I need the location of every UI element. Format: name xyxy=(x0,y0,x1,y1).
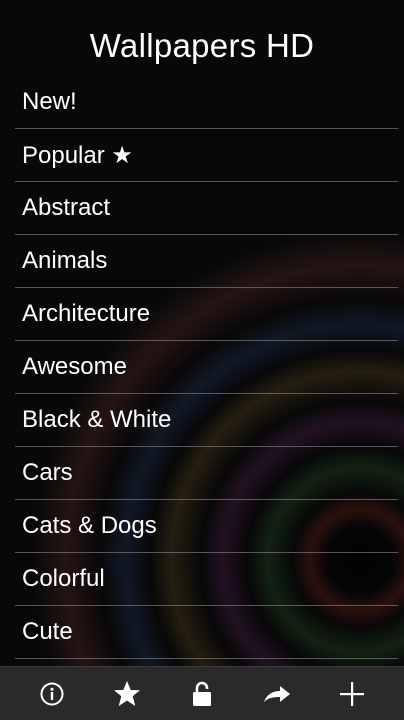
category-item-architecture[interactable]: Architecture xyxy=(15,288,398,341)
category-item-new[interactable]: New! xyxy=(15,76,398,129)
category-item-colorful[interactable]: Colorful xyxy=(15,553,398,606)
add-button[interactable] xyxy=(330,672,374,716)
category-list: New! Popular ★ Abstract Animals Architec… xyxy=(15,76,398,659)
category-item-popular[interactable]: Popular ★ xyxy=(15,129,398,182)
category-label: New! xyxy=(22,88,77,115)
category-item-cute[interactable]: Cute xyxy=(15,606,398,659)
category-label: Animals xyxy=(22,247,108,274)
bottom-toolbar xyxy=(0,666,404,720)
category-item-cars[interactable]: Cars xyxy=(15,447,398,500)
header: Wallpapers HD xyxy=(0,0,404,86)
info-icon xyxy=(40,682,64,705)
category-label: Cats & Dogs xyxy=(22,512,157,539)
page-title: Wallpapers HD xyxy=(89,27,315,64)
info-button[interactable] xyxy=(30,672,74,716)
category-label: Black & White xyxy=(22,406,172,433)
lock-icon xyxy=(192,681,211,706)
category-item-cats-dogs[interactable]: Cats & Dogs xyxy=(15,500,398,553)
category-label: Popular ★ xyxy=(22,142,133,169)
category-label: Cars xyxy=(22,459,73,486)
favorites-button[interactable] xyxy=(105,672,149,716)
category-label: Colorful xyxy=(22,565,105,592)
category-item-abstract[interactable]: Abstract xyxy=(15,182,398,235)
category-label: Abstract xyxy=(22,194,111,221)
lock-button[interactable] xyxy=(180,672,224,716)
category-item-animals[interactable]: Animals xyxy=(15,235,398,288)
category-label: Cute xyxy=(22,618,73,645)
plus-icon xyxy=(340,681,365,706)
category-item-black-white[interactable]: Black & White xyxy=(15,394,398,447)
category-label: Architecture xyxy=(22,300,151,327)
app-screen: Wallpapers HD New! Popular ★ Abstract An… xyxy=(0,0,404,720)
category-label: Awesome xyxy=(22,353,127,380)
star-icon xyxy=(113,680,140,706)
share-button[interactable] xyxy=(255,672,299,716)
category-item-awesome[interactable]: Awesome xyxy=(15,341,398,394)
share-arrow-icon xyxy=(264,685,291,702)
